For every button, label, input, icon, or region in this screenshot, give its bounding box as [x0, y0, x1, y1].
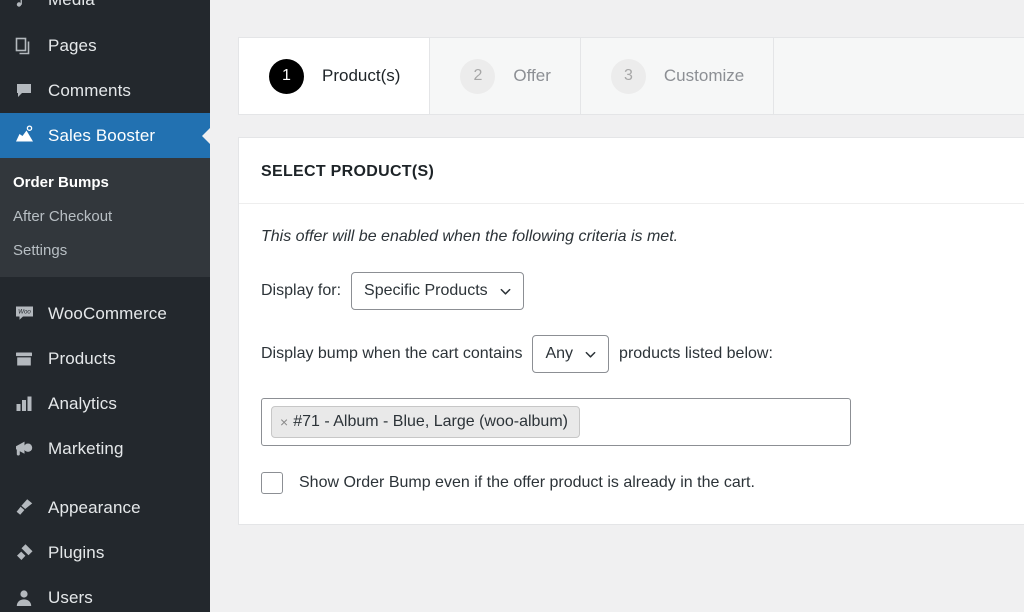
- product-token[interactable]: × #71 - Album - Blue, Large (woo-album): [271, 406, 580, 438]
- display-for-row: Display for: Specific Products: [261, 272, 1002, 310]
- show-bump-checkbox[interactable]: [261, 472, 283, 494]
- chevron-down-icon: [499, 285, 512, 298]
- appearance-icon: [13, 497, 35, 519]
- sidebar-item-label: Users: [48, 587, 93, 607]
- marketing-icon: [13, 438, 35, 460]
- sidebar-item-label: WooCommerce: [48, 303, 167, 323]
- sidebar-item-appearance[interactable]: Appearance: [0, 485, 210, 530]
- cart-contains-row: Display bump when the cart contains Any …: [261, 335, 1002, 373]
- submenu-item-order-bumps[interactable]: Order Bumps: [0, 166, 210, 200]
- sidebar-item-label: Analytics: [48, 393, 117, 413]
- sidebar-item-plugins[interactable]: Plugins: [0, 530, 210, 575]
- step-number: 2: [460, 58, 496, 94]
- sidebar-item-sales-booster[interactable]: Sales Booster: [0, 113, 210, 158]
- step-tabs: 1 Product(s) 2 Offer 3 Customize: [238, 37, 1024, 115]
- woocommerce-icon: Woo: [13, 303, 35, 325]
- active-menu-pointer: [202, 126, 210, 145]
- criteria-note: This offer will be enabled when the foll…: [261, 228, 679, 245]
- close-icon[interactable]: ×: [280, 415, 288, 429]
- analytics-icon: [13, 393, 35, 415]
- pages-icon: [13, 35, 35, 57]
- sidebar-item-label: Sales Booster: [48, 125, 156, 145]
- sidebar-item-label: Products: [48, 348, 116, 368]
- tab-offer[interactable]: 2 Offer: [430, 38, 581, 114]
- submenu-item-after-checkout[interactable]: After Checkout: [0, 200, 210, 234]
- step-number: 1: [269, 58, 304, 94]
- submenu-item-settings[interactable]: Settings: [0, 234, 210, 268]
- tab-label: Customize: [663, 66, 745, 85]
- sidebar-item-label: Media: [48, 0, 95, 10]
- tab-label: Product(s): [322, 66, 401, 85]
- show-bump-checkbox-row: Show Order Bump even if the offer produc…: [261, 472, 1002, 494]
- sidebar-item-label: Pages: [48, 35, 97, 55]
- media-icon: [13, 0, 35, 11]
- product-select-field[interactable]: × #71 - Album - Blue, Large (woo-album): [261, 398, 851, 446]
- tab-label: Offer: [513, 66, 551, 85]
- display-for-label: Display for:: [261, 282, 342, 299]
- cart-contains-prefix: Display bump when the cart contains: [261, 345, 523, 362]
- sidebar-item-label: Appearance: [48, 497, 141, 517]
- product-token-label: #71 - Album - Blue, Large (woo-album): [293, 413, 568, 430]
- admin-sidebar: Media Pages Comments: [0, 0, 210, 612]
- display-for-value: Specific Products: [364, 282, 488, 299]
- sidebar-item-woocommerce[interactable]: Woo WooCommerce: [0, 291, 210, 336]
- sidebar-item-marketing[interactable]: Marketing: [0, 426, 210, 471]
- cart-contains-value: Any: [545, 345, 574, 362]
- sidebar-item-comments[interactable]: Comments: [0, 68, 210, 113]
- cart-contains-select[interactable]: Any: [532, 335, 610, 373]
- wordpress-admin-screen: Media Pages Comments: [0, 0, 1024, 612]
- sidebar-item-label: Plugins: [48, 542, 105, 562]
- tab-customize[interactable]: 3 Customize: [581, 38, 775, 114]
- select-products-card: SELECT PRODUCT(S) This offer will be ena…: [238, 137, 1024, 525]
- sales-booster-icon: [13, 125, 35, 147]
- sidebar-item-media[interactable]: Media: [0, 0, 210, 23]
- cart-contains-suffix: products listed below:: [619, 345, 773, 362]
- sidebar-item-analytics[interactable]: Analytics: [0, 381, 210, 426]
- sidebar-item-pages[interactable]: Pages: [0, 23, 210, 68]
- step-number: 3: [610, 58, 646, 94]
- users-icon: [13, 587, 35, 609]
- show-bump-checkbox-label: Show Order Bump even if the offer produc…: [299, 474, 755, 491]
- sidebar-item-label: Marketing: [48, 438, 124, 458]
- sidebar-item-products[interactable]: Products: [0, 336, 210, 381]
- plugins-icon: [13, 542, 35, 564]
- menu-separator: [0, 277, 210, 291]
- comments-icon: [13, 80, 35, 102]
- svg-text:Woo: Woo: [18, 309, 31, 316]
- display-for-select[interactable]: Specific Products: [351, 272, 524, 310]
- tab-products[interactable]: 1 Product(s): [239, 38, 431, 114]
- menu-separator-2: [0, 471, 210, 485]
- sidebar-item-label: Comments: [48, 80, 131, 100]
- sidebar-item-users[interactable]: Users: [0, 575, 210, 612]
- sales-booster-submenu: Order Bumps After Checkout Settings: [0, 158, 210, 277]
- products-icon: [13, 348, 35, 370]
- card-body: This offer will be enabled when the foll…: [239, 204, 1024, 494]
- chevron-down-icon: [584, 348, 597, 361]
- tabs-filler: [774, 38, 1024, 114]
- main-content: 1 Product(s) 2 Offer 3 Customize SELECT …: [210, 0, 1024, 612]
- page-title: SELECT PRODUCT(S): [239, 138, 1024, 204]
